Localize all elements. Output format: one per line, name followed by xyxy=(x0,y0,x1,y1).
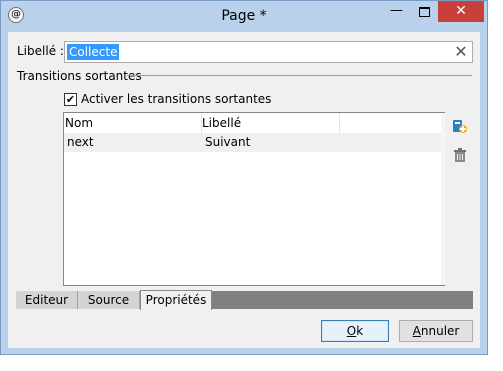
ok-accel: O xyxy=(346,324,357,338)
title-bar[interactable]: @ Page * — ✕ xyxy=(1,1,487,31)
close-icon: ✕ xyxy=(455,3,467,19)
libelle-input[interactable]: Collecte ✕ xyxy=(64,41,473,63)
editor-tabs: Editeur Source Propriétés xyxy=(16,290,473,310)
add-transition-icon[interactable] xyxy=(452,118,468,134)
column-separator[interactable] xyxy=(339,113,340,133)
column-header-nom[interactable]: Nom xyxy=(65,113,93,133)
tab-label: Propriétés xyxy=(145,293,207,307)
dialog-window: @ Page * — ✕ Libellé : Collecte ✕ Transi… xyxy=(0,0,488,355)
ok-label: k xyxy=(356,324,364,338)
tab-editeur[interactable]: Editeur xyxy=(16,291,78,309)
cell-nom: next xyxy=(67,135,94,149)
activer-transitions-label[interactable]: Activer les transitions sortantes xyxy=(81,92,271,106)
maximize-icon xyxy=(419,7,430,17)
libelle-input-value[interactable]: Collecte xyxy=(67,44,120,60)
checkmark-icon: ✔ xyxy=(65,93,76,106)
close-button[interactable]: ✕ xyxy=(438,1,484,22)
activer-transitions-checkbox[interactable]: ✔ xyxy=(64,93,77,106)
table-row[interactable]: next Suivant xyxy=(64,133,444,152)
minimize-icon: — xyxy=(390,3,403,18)
column-header-libelle[interactable]: Libellé xyxy=(202,113,241,133)
ok-button[interactable]: Ok xyxy=(321,320,389,342)
list-scrollbar[interactable] xyxy=(441,113,445,285)
cancel-label: nnuler xyxy=(420,324,460,338)
tab-label: Source xyxy=(87,293,130,307)
minimize-button[interactable]: — xyxy=(383,1,410,22)
tab-source[interactable]: Source xyxy=(78,291,140,309)
tab-proprietes[interactable]: Propriétés xyxy=(140,290,212,310)
clear-icon[interactable]: ✕ xyxy=(452,43,470,61)
maximize-button[interactable] xyxy=(411,1,438,22)
libelle-label: Libellé : xyxy=(17,44,64,58)
cancel-accel: A xyxy=(412,324,421,338)
cancel-button[interactable]: Annuler xyxy=(399,320,473,342)
cell-libelle: Suivant xyxy=(205,135,251,149)
tab-label: Editeur xyxy=(24,293,69,307)
transitions-list[interactable]: Nom Libellé next Suivant xyxy=(63,112,445,286)
group-divider xyxy=(127,75,472,76)
dialog-content: Libellé : Collecte ✕ Transitions sortant… xyxy=(8,32,480,348)
trash-icon[interactable] xyxy=(452,147,468,163)
transitions-group-label: Transitions sortantes xyxy=(17,69,142,83)
